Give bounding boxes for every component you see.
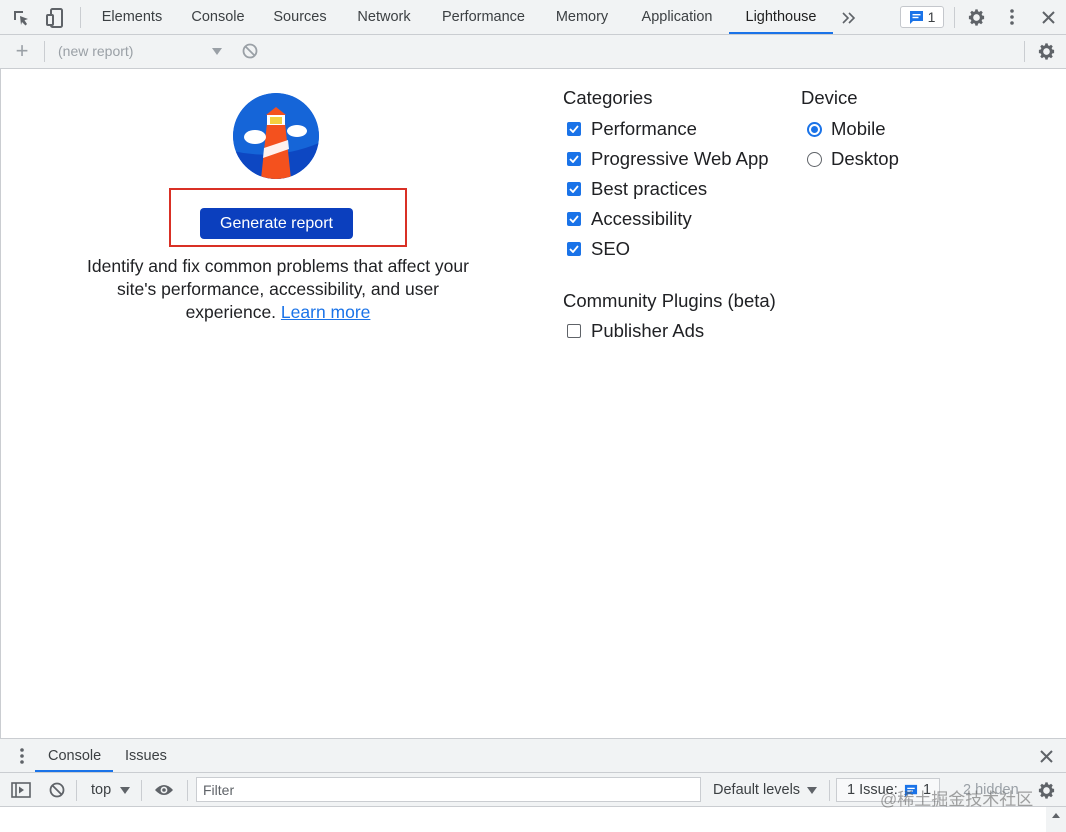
report-select[interactable]: (new report) bbox=[58, 35, 133, 68]
tab-network[interactable]: Network bbox=[349, 0, 419, 35]
watermark-text: @稀土掘金技术社区 bbox=[880, 790, 1034, 809]
device-desktop[interactable]: Desktop bbox=[807, 148, 899, 170]
lighthouse-toolbar: + (new report) bbox=[0, 35, 1066, 69]
tab-sources[interactable]: Sources bbox=[268, 0, 332, 35]
inspect-element-icon[interactable] bbox=[10, 7, 32, 29]
scrollbar[interactable] bbox=[1046, 807, 1066, 832]
device-heading: Device bbox=[801, 87, 858, 108]
kebab-menu-icon[interactable] bbox=[1001, 6, 1023, 28]
plugin-publisher-ads[interactable]: Publisher Ads bbox=[567, 320, 704, 342]
checkbox-checked-icon[interactable] bbox=[567, 122, 581, 136]
radio-selected-icon[interactable] bbox=[807, 121, 822, 137]
chevron-down-icon[interactable] bbox=[119, 785, 131, 795]
device-toolbar-icon[interactable] bbox=[44, 7, 66, 29]
plugins-heading: Community Plugins (beta) bbox=[563, 290, 776, 311]
clear-console-icon[interactable] bbox=[47, 780, 67, 800]
category-seo[interactable]: SEO bbox=[567, 238, 630, 260]
settings-icon[interactable] bbox=[965, 6, 987, 28]
category-label: Accessibility bbox=[591, 208, 692, 229]
drawer-tab-console[interactable]: Console bbox=[48, 739, 101, 773]
plugin-label: Publisher Ads bbox=[591, 320, 705, 341]
add-report-button[interactable]: + bbox=[10, 38, 34, 63]
category-label: SEO bbox=[591, 238, 631, 259]
tab-lighthouse[interactable]: Lighthouse bbox=[738, 0, 824, 35]
checkbox-checked-icon[interactable] bbox=[567, 242, 581, 256]
lighthouse-description: Identify and fix common problems that af… bbox=[78, 255, 478, 324]
devtools-toolbar: Elements Console Sources Network Perform… bbox=[0, 0, 1066, 35]
drawer-close-icon[interactable] bbox=[1037, 747, 1055, 765]
tab-application[interactable]: Application bbox=[633, 0, 721, 35]
tab-console[interactable]: Console bbox=[185, 0, 251, 35]
clear-icon[interactable] bbox=[240, 41, 260, 61]
sidebar-toggle-icon[interactable] bbox=[10, 780, 32, 800]
categories-heading: Categories bbox=[563, 87, 653, 108]
filter-input[interactable] bbox=[196, 777, 701, 802]
generate-report-button[interactable]: Generate report bbox=[200, 208, 353, 239]
console-output[interactable] bbox=[0, 807, 1066, 832]
checkbox-checked-icon[interactable] bbox=[567, 182, 581, 196]
category-pwa[interactable]: Progressive Web App bbox=[567, 148, 769, 170]
category-best-practices[interactable]: Best practices bbox=[567, 178, 707, 200]
category-label: Performance bbox=[591, 118, 697, 139]
radio-unselected-icon[interactable] bbox=[807, 151, 822, 167]
issues-icon bbox=[909, 10, 923, 24]
device-label: Mobile bbox=[831, 118, 886, 139]
checkbox-checked-icon[interactable] bbox=[567, 152, 581, 166]
device-mobile[interactable]: Mobile bbox=[807, 118, 886, 140]
close-icon[interactable] bbox=[1037, 6, 1059, 28]
log-levels-select[interactable]: Default levels bbox=[713, 773, 800, 807]
issues-button[interactable]: 1 bbox=[900, 6, 944, 28]
drawer-active-indicator bbox=[35, 770, 113, 772]
drawer-menu-icon[interactable] bbox=[14, 747, 30, 765]
lighthouse-panel bbox=[0, 69, 1066, 739]
chevron-down-icon[interactable] bbox=[210, 44, 224, 58]
drawer-tab-issues[interactable]: Issues bbox=[125, 739, 167, 773]
console-settings-icon[interactable] bbox=[1035, 779, 1057, 801]
description-text: Identify and fix common problems that af… bbox=[87, 256, 469, 322]
eye-icon[interactable] bbox=[153, 781, 175, 799]
device-label: Desktop bbox=[831, 148, 899, 169]
checkbox-checked-icon[interactable] bbox=[567, 212, 581, 226]
tab-elements[interactable]: Elements bbox=[96, 0, 168, 35]
active-tab-indicator bbox=[729, 32, 833, 34]
category-label: Best practices bbox=[591, 178, 708, 199]
drawer-tabbar: Console Issues bbox=[0, 738, 1066, 773]
checkbox-unchecked-icon[interactable] bbox=[567, 324, 581, 338]
tab-memory[interactable]: Memory bbox=[548, 0, 616, 35]
lighthouse-settings-icon[interactable] bbox=[1035, 40, 1057, 62]
issues-count: 1 bbox=[927, 9, 936, 25]
context-select[interactable]: top bbox=[91, 773, 111, 807]
learn-more-link[interactable]: Learn more bbox=[281, 302, 371, 322]
category-performance[interactable]: Performance bbox=[567, 118, 697, 140]
more-tabs-icon[interactable] bbox=[838, 7, 860, 29]
category-accessibility[interactable]: Accessibility bbox=[567, 208, 692, 230]
chevron-down-icon[interactable] bbox=[806, 785, 818, 795]
lighthouse-logo bbox=[233, 93, 319, 179]
tab-performance[interactable]: Performance bbox=[436, 0, 531, 35]
category-label: Progressive Web App bbox=[591, 148, 769, 169]
